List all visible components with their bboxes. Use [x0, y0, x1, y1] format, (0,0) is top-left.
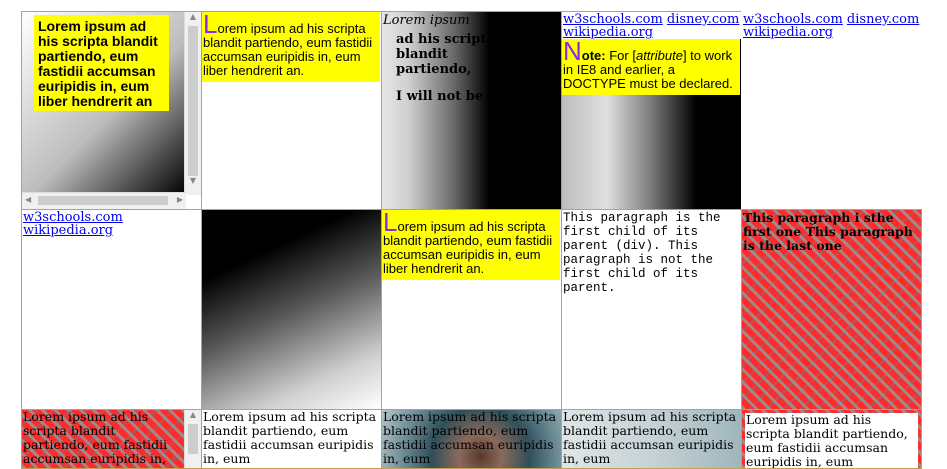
scroll-right-icon[interactable]: ▶ — [177, 195, 183, 204]
lorem-text: Lorem ipsum ad his scripta blandit parti… — [203, 409, 377, 466]
italic-text: Lorem ipsum — [383, 13, 470, 28]
lorem-text: Lorem ipsum ad his scripta blandit parti… — [383, 409, 557, 466]
lorem-text: Lorem ipsum ad his scripta blandit parti… — [563, 409, 737, 466]
vertical-scrollbar[interactable]: ▲ ▼ — [184, 12, 201, 195]
link-disney[interactable]: disney.com — [847, 12, 919, 27]
note-box: Note: For [attribute] to work in IE8 and… — [562, 38, 740, 95]
not-styled-text: I will not be styled. — [396, 89, 536, 104]
scroll-down-icon[interactable]: ▼ — [185, 176, 201, 190]
lorem-text: Lorem ipsum ad his scripta blandit parti… — [23, 409, 168, 468]
vertical-scrollbar[interactable]: ▲ — [184, 410, 201, 468]
cell-pattern: This paragraph i sthe first one This par… — [741, 209, 922, 410]
dropcap-paragraph: Lorem ipsum ad his scripta blandit parti… — [202, 12, 380, 82]
bold-lorem-box: Lorem ipsum ad his scripta blandit parti… — [34, 15, 169, 111]
hscroll-thumb[interactable] — [38, 196, 168, 205]
cell-links-plain: w3schools.com disney.com wikipedia.org — [741, 11, 922, 210]
lorem-text: Lorem ipsum ad his scripta blandit parti… — [745, 413, 918, 468]
first-child-paragraph: This paragraph is the first child of its… — [563, 211, 721, 295]
cell-first-child: This paragraph is the first child of its… — [561, 209, 742, 410]
scroll-up-icon[interactable]: ▲ — [185, 12, 201, 26]
bold-serif-text: ad his scripta blandit partiendo, — [396, 32, 495, 77]
link-wikipedia[interactable]: wikipedia.org — [743, 25, 833, 40]
scroll-thumb[interactable] — [188, 26, 198, 176]
cell-pattern-lorem: Lorem ipsum ad his scripta blandit parti… — [21, 409, 202, 469]
cell-image-lorem: Lorem ipsum ad his scripta blandit parti… — [381, 409, 562, 469]
link-disney[interactable]: disney.com — [667, 12, 739, 27]
link-wikipedia[interactable]: wikipedia.org — [23, 223, 113, 238]
links-row-2: w3schools.com disney.com wikipedia.org — [742, 12, 921, 39]
scroll-left-icon[interactable]: ◀ — [25, 195, 31, 204]
cell-diagonal-gradient — [201, 209, 382, 410]
cell-links-note: w3schools.com disney.com wikipedia.org N… — [561, 11, 742, 210]
cell-dropcap-2: Lorem ipsum ad his scripta blandit parti… — [381, 209, 562, 410]
dropcap-paragraph: Lorem ipsum ad his scripta blandit parti… — [382, 210, 560, 280]
cell-lorem-2: Lorem ipsum ad his scripta blandit parti… — [201, 409, 382, 469]
scroll-thumb[interactable] — [188, 424, 198, 454]
cell-scroll-box: Lorem ipsum ad his scripta blandit parti… — [21, 11, 202, 210]
cell-links-3: w3schools.com wikipedia.org — [21, 209, 202, 410]
cell-styled-text: Lorem ipsum ad his scripta blandit parti… — [381, 11, 562, 210]
bold-paragraph: This paragraph i sthe first one This par… — [743, 210, 913, 253]
cell-dropcap-1: Lorem ipsum ad his scripta blandit parti… — [201, 11, 382, 210]
scroll-up-icon[interactable]: ▲ — [185, 410, 201, 424]
gradient-scroll-area[interactable]: Lorem ipsum ad his scripta blandit parti… — [22, 12, 186, 195]
links-row-3: w3schools.com wikipedia.org — [22, 210, 201, 237]
cell-pattern-lorem-2: Lorem ipsum ad his scripta blandit parti… — [741, 409, 922, 469]
horizontal-scrollbar[interactable]: ◀ ▶ — [22, 192, 186, 209]
cell-bg-lorem: Lorem ipsum ad his scripta blandit parti… — [561, 409, 742, 469]
links-row: w3schools.com disney.com wikipedia.org — [562, 12, 741, 39]
